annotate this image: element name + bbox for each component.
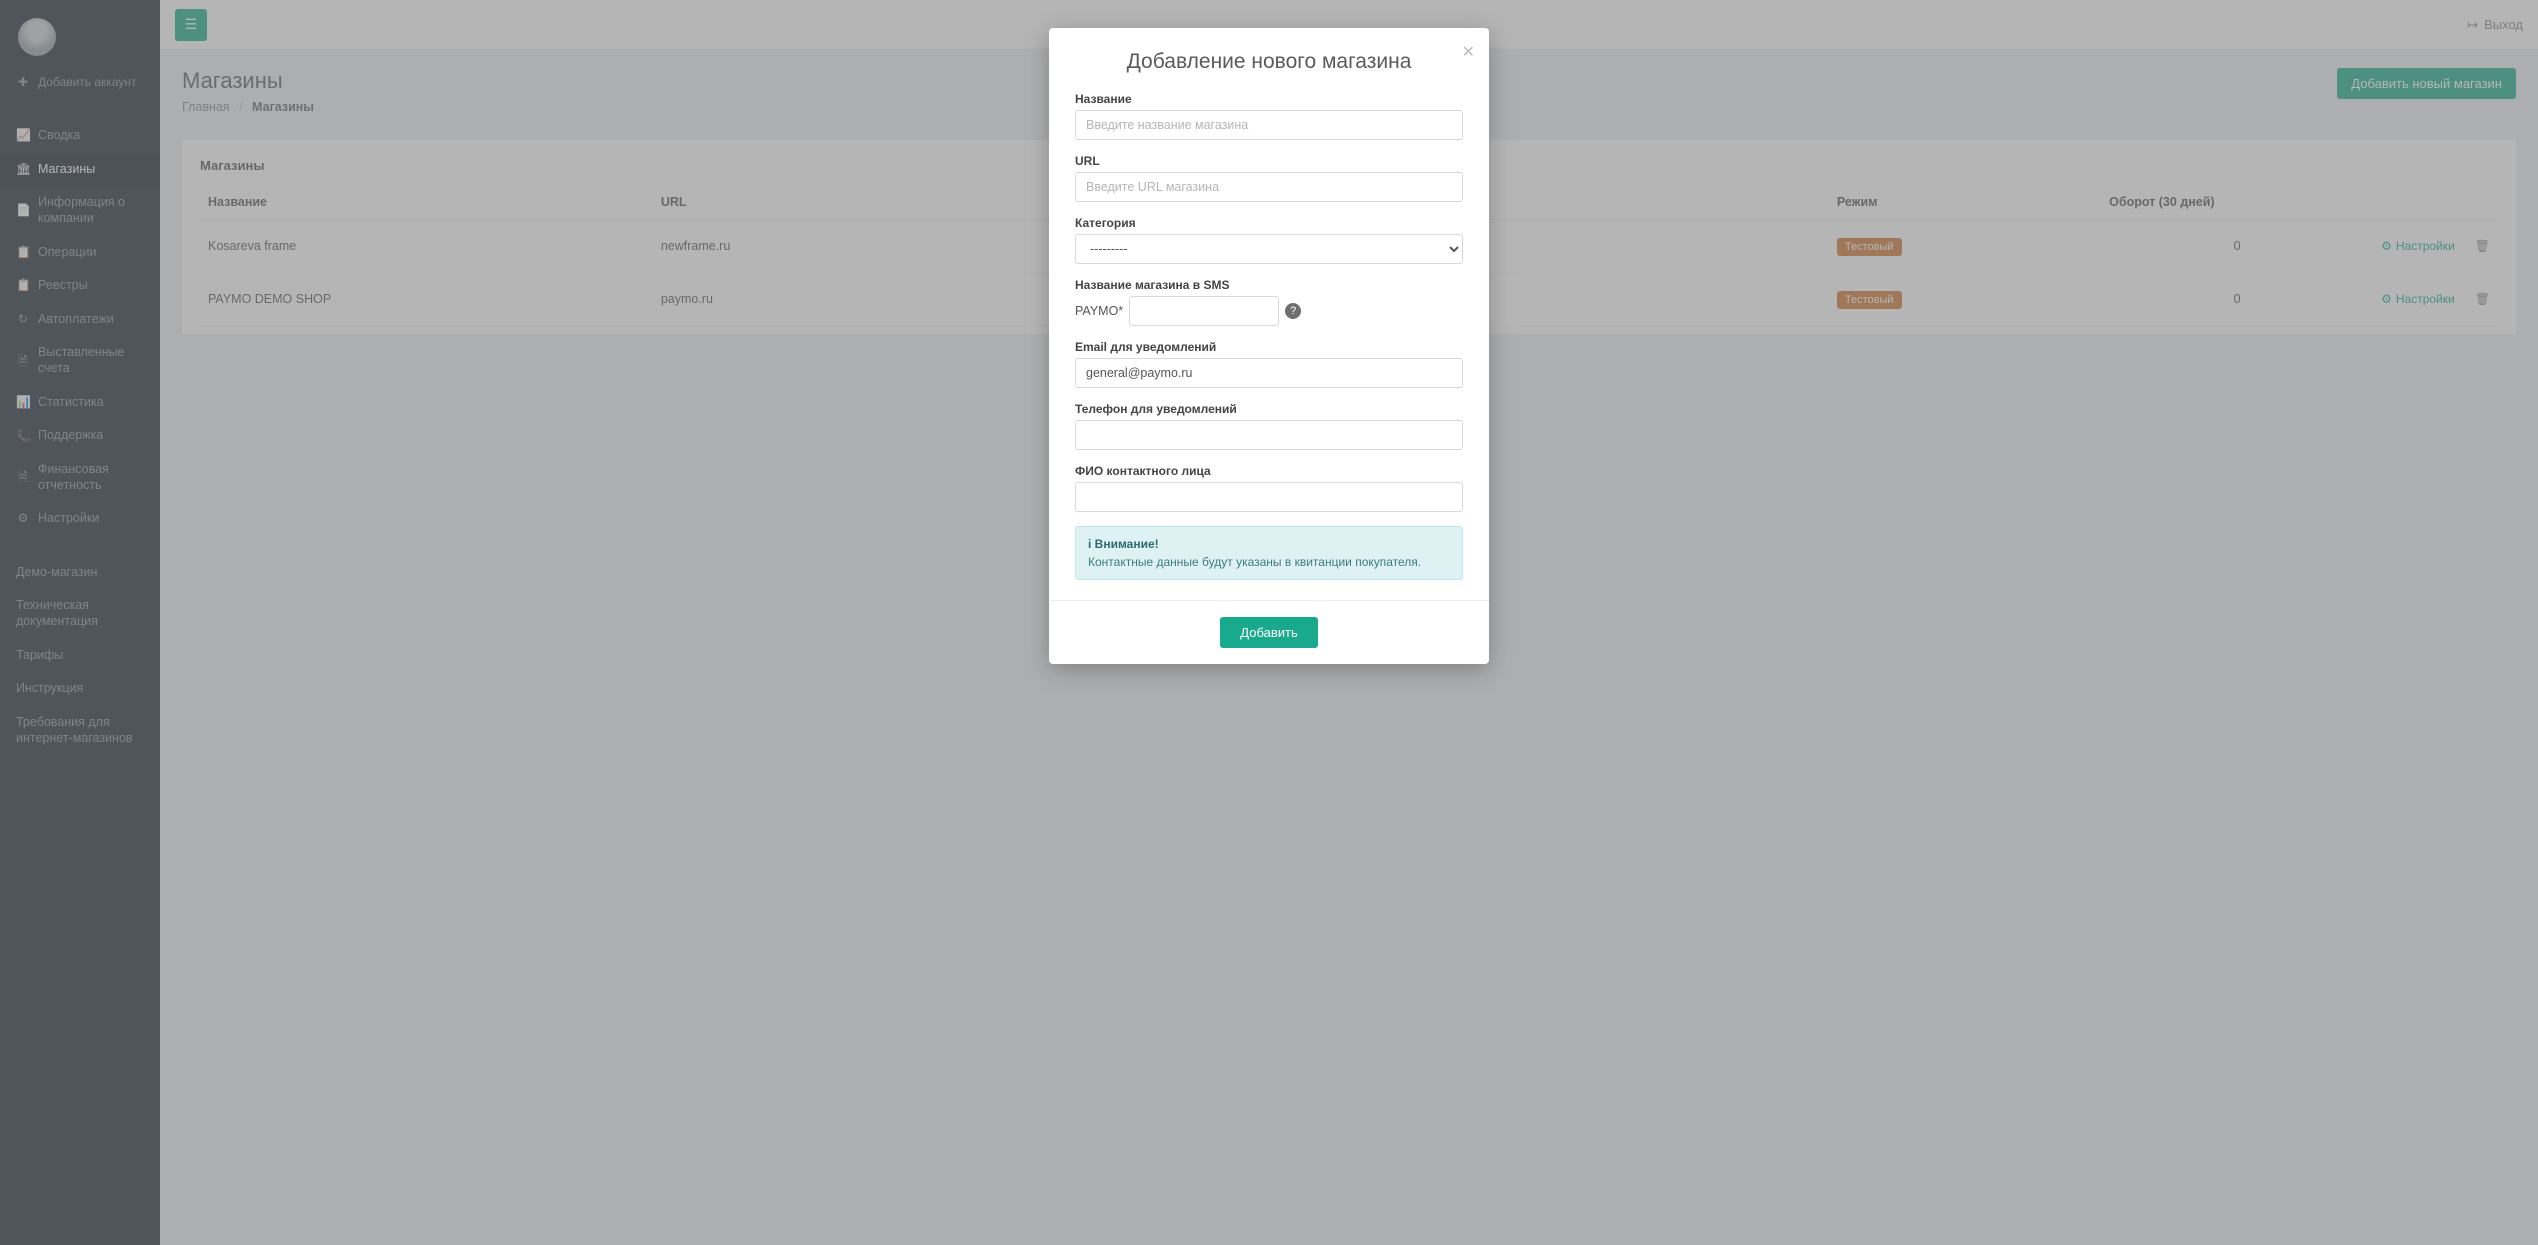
sms-name-label: Название магазина в SMS	[1075, 278, 1463, 292]
close-icon: ✕	[1462, 44, 1475, 61]
help-icon[interactable]: ?	[1285, 303, 1301, 319]
modal-title: Добавление нового магазина	[1075, 50, 1463, 74]
submit-button[interactable]: Добавить	[1220, 617, 1317, 648]
url-label: URL	[1075, 154, 1463, 168]
modal-close-button[interactable]: ✕	[1462, 42, 1475, 62]
sms-prefix-text: PAYMO*	[1075, 304, 1123, 318]
name-input[interactable]	[1075, 110, 1463, 140]
category-label: Категория	[1075, 216, 1463, 230]
category-select[interactable]: ---------	[1075, 234, 1463, 264]
alert-text: Контактные данные будут указаны в квитан…	[1088, 555, 1450, 569]
sms-name-input[interactable]	[1129, 296, 1279, 326]
email-input[interactable]	[1075, 358, 1463, 388]
info-alert: i Внимание! Контактные данные будут указ…	[1075, 526, 1463, 580]
email-label: Email для уведомлений	[1075, 340, 1463, 354]
name-label: Название	[1075, 92, 1463, 106]
contact-name-label: ФИО контактного лица	[1075, 464, 1463, 478]
alert-title: i Внимание!	[1088, 537, 1450, 551]
phone-input[interactable]	[1075, 420, 1463, 450]
phone-label: Телефон для уведомлений	[1075, 402, 1463, 416]
contact-name-input[interactable]	[1075, 482, 1463, 512]
add-shop-modal: Добавление нового магазина ✕ Название UR…	[1049, 28, 1489, 664]
url-input[interactable]	[1075, 172, 1463, 202]
